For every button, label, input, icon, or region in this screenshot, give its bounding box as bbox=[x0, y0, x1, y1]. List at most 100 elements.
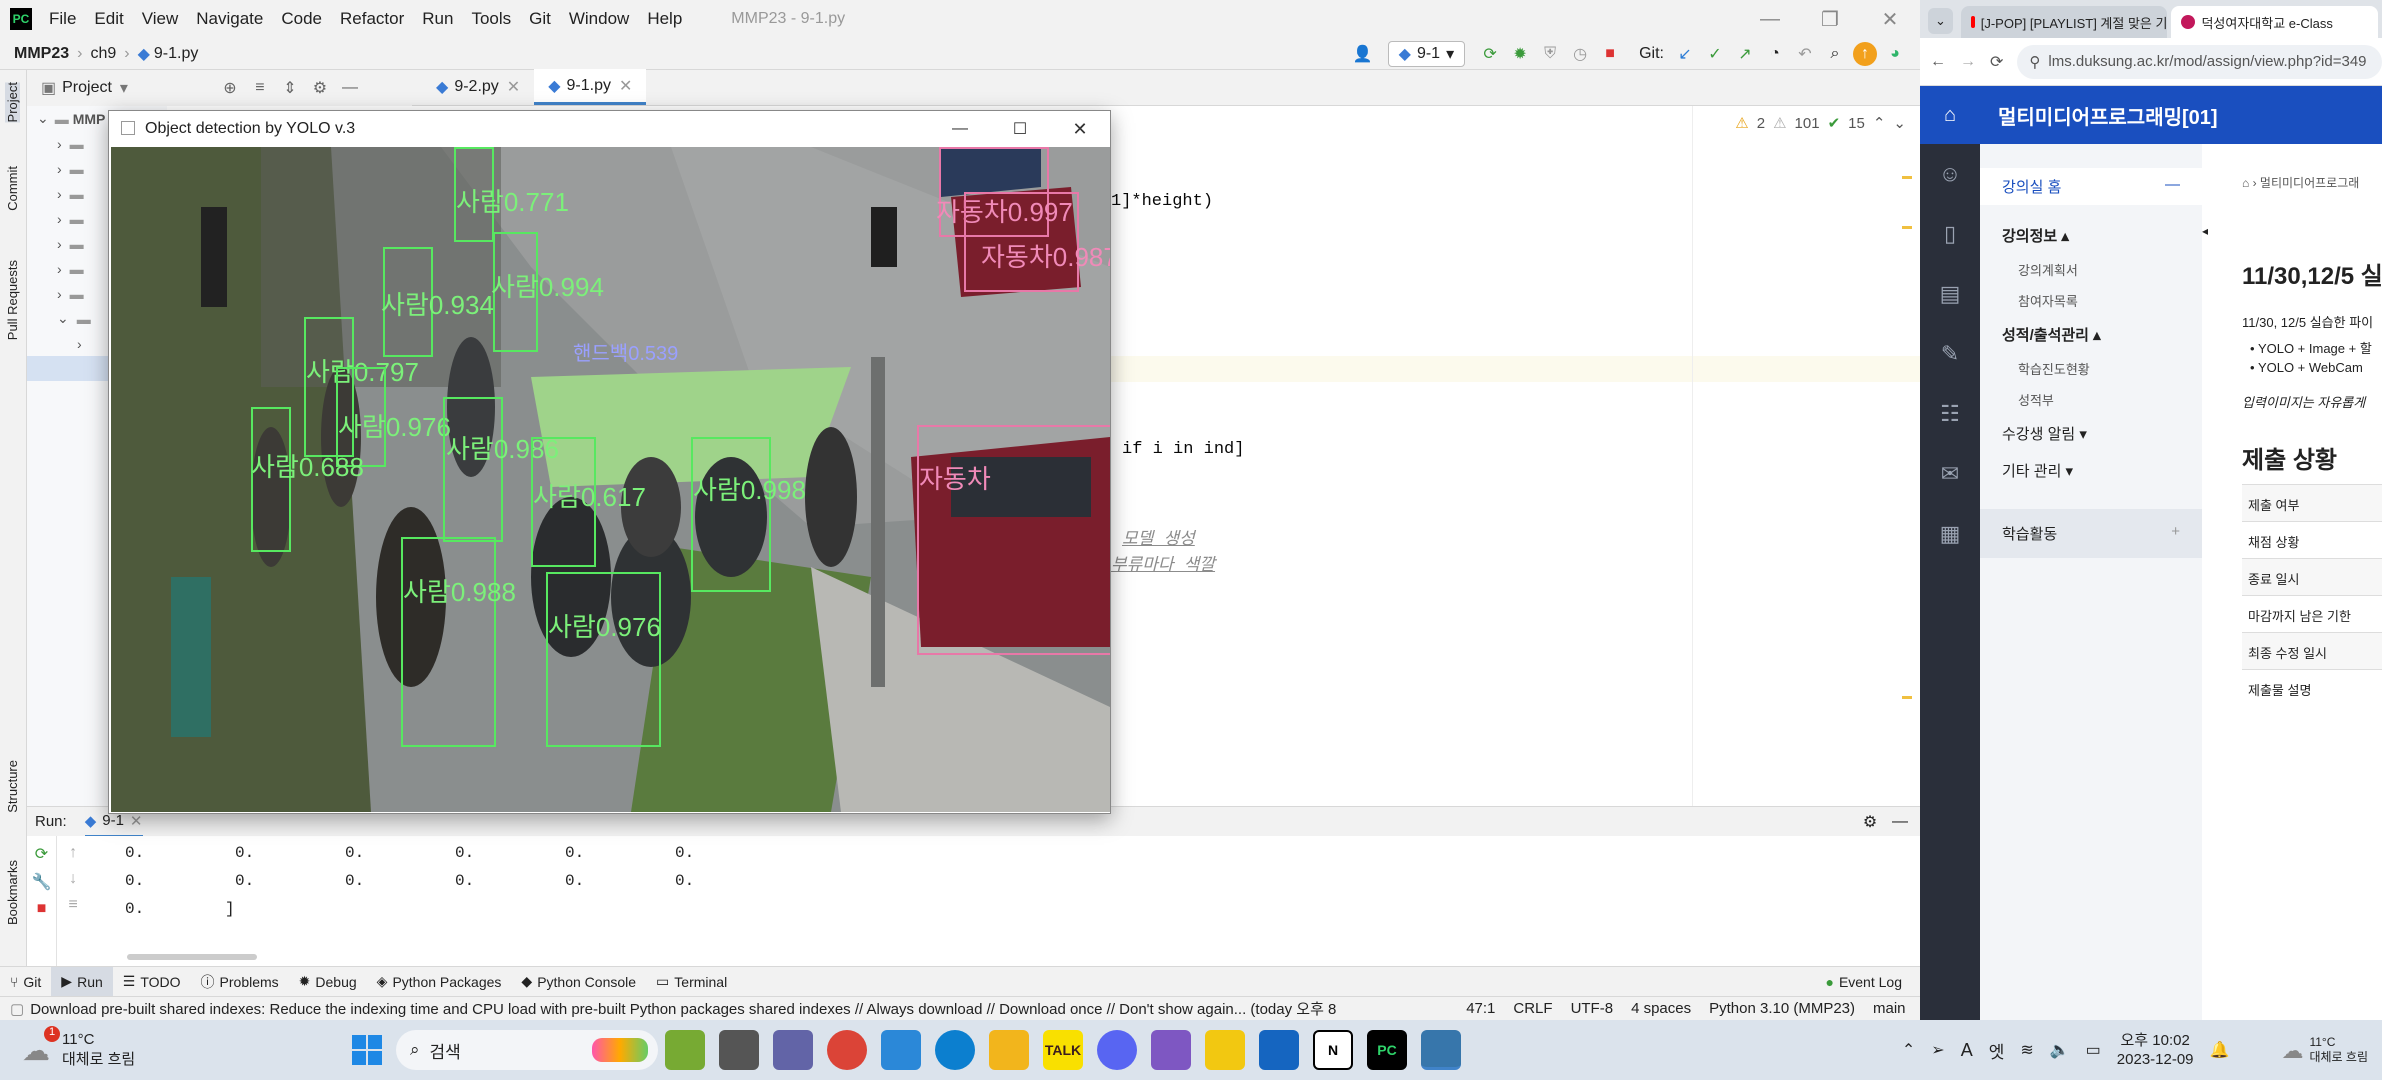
notification-icon[interactable]: 🔔 bbox=[2210, 1040, 2230, 1060]
search-icon[interactable]: ⌕ bbox=[1823, 42, 1847, 66]
menu-code[interactable]: Code bbox=[272, 9, 331, 29]
nav-syllabus[interactable]: 강의계획서 bbox=[1980, 254, 2202, 285]
browser-tab-eclass[interactable]: 덕성여자대학교 e-Class bbox=[2171, 6, 2378, 38]
chevron-down-icon[interactable]: ⌄ bbox=[1893, 114, 1906, 132]
collapse-icon[interactable]: — bbox=[2165, 176, 2180, 197]
indent-setting[interactable]: 4 spaces bbox=[1631, 1000, 1691, 1017]
battery-icon[interactable]: ▭ bbox=[2086, 1040, 2101, 1060]
tool-pull-requests[interactable]: Pull Requests bbox=[5, 260, 20, 340]
file-explorer-icon[interactable] bbox=[989, 1030, 1029, 1070]
tool-problems[interactable]: ⓘ Problems bbox=[191, 972, 289, 992]
git-update-icon[interactable]: ↙ bbox=[1673, 42, 1697, 66]
map-icon[interactable]: ▦ bbox=[1920, 504, 1980, 564]
nav-activity[interactable]: 학습활동 + bbox=[1980, 509, 2202, 558]
menu-refactor[interactable]: Refactor bbox=[331, 9, 413, 29]
horizontal-scrollbar[interactable] bbox=[127, 954, 257, 960]
file-encoding[interactable]: UTF-8 bbox=[1571, 1000, 1614, 1017]
project-label[interactable]: Project bbox=[62, 79, 112, 97]
nav-participants[interactable]: 참여자목록 bbox=[1980, 285, 2202, 316]
breadcrumb-file[interactable]: 9-1.py bbox=[154, 45, 198, 63]
status-message[interactable]: Download pre-built shared indexes: Reduc… bbox=[30, 998, 1430, 1019]
tool-commit[interactable]: Commit bbox=[5, 166, 20, 211]
tab-9-2[interactable]: ◆ 9-2.py ✕ bbox=[422, 69, 534, 105]
store-icon[interactable] bbox=[881, 1030, 921, 1070]
tool-bookmarks[interactable]: Bookmarks bbox=[5, 860, 20, 925]
tool-terminal[interactable]: ▭ Terminal bbox=[646, 973, 737, 990]
tablet-icon[interactable]: ▯ bbox=[1920, 204, 1980, 264]
input-language[interactable]: A bbox=[1961, 1040, 1973, 1061]
chevron-up-icon[interactable]: ⌃ bbox=[1873, 114, 1886, 132]
weather-widget[interactable]: ☁ 1 11°C 대체로 흐림 bbox=[22, 1026, 352, 1070]
kakaotalk-icon[interactable]: TALK bbox=[1043, 1030, 1083, 1070]
wrench-icon[interactable]: 🔧 bbox=[32, 872, 52, 892]
discord-icon[interactable] bbox=[1097, 1030, 1137, 1070]
notion-icon[interactable]: N bbox=[1313, 1030, 1353, 1070]
gear-icon[interactable]: ⚙ bbox=[308, 76, 332, 100]
git-commit-icon[interactable]: ✓ bbox=[1703, 42, 1727, 66]
yolo-close-button[interactable]: ✕ bbox=[1050, 111, 1110, 147]
run-config-select[interactable]: ◆ 9-1 ▾ bbox=[1387, 40, 1466, 67]
profile-icon[interactable]: ◷ bbox=[1568, 42, 1592, 66]
close-icon[interactable]: ✕ bbox=[507, 77, 520, 97]
stop-icon[interactable]: ■ bbox=[37, 900, 47, 918]
git-history-icon[interactable]: ◔ bbox=[1763, 42, 1787, 66]
home-icon[interactable]: ⌂ bbox=[1920, 104, 1980, 127]
menu-window[interactable]: Window bbox=[560, 9, 638, 29]
yolo-maximize-button[interactable]: ☐ bbox=[990, 111, 1050, 147]
tool-git[interactable]: ⑂ Git bbox=[0, 974, 51, 990]
taskbar-search[interactable]: ⌕ 검색 bbox=[396, 1030, 658, 1070]
caret-position[interactable]: 47:1 bbox=[1466, 1000, 1495, 1017]
wifi-icon[interactable]: ≋ bbox=[2020, 1040, 2033, 1060]
collapse-all-icon[interactable]: ⇕ bbox=[278, 76, 302, 100]
tool-event-log[interactable]: ● Event Log bbox=[1815, 974, 1912, 990]
close-icon[interactable]: ✕ bbox=[619, 76, 632, 96]
calendar-icon[interactable] bbox=[1259, 1030, 1299, 1070]
locate-icon[interactable]: ⊕ bbox=[218, 76, 242, 100]
menu-edit[interactable]: Edit bbox=[85, 9, 132, 29]
chevron-down-icon[interactable]: ▾ bbox=[120, 78, 128, 98]
collapse-nav-icon[interactable]: ◂ bbox=[2202, 224, 2209, 238]
interpreter[interactable]: Python 3.10 (MMP23) bbox=[1709, 1000, 1855, 1017]
run-output[interactable]: ⟳ 🔧 ■ ↑ ↓ ≡ 0. 0. 0. 0. 0. 0. 0. 0. 0. 0. 0. 0. 0.… bbox=[27, 836, 1920, 966]
git-rollback-icon[interactable]: ↶ bbox=[1793, 42, 1817, 66]
person-icon[interactable]: ☺ bbox=[1920, 144, 1980, 204]
send-icon[interactable]: ➢ bbox=[1931, 1040, 1944, 1060]
minimize-button[interactable]: — bbox=[1740, 0, 1800, 38]
weather-widget-2[interactable]: ☁ 11°C 대체로 흐림 bbox=[2281, 1035, 2368, 1065]
tool-python-console[interactable]: ◆ Python Console bbox=[511, 973, 646, 990]
start-button[interactable] bbox=[352, 1035, 382, 1065]
update-icon[interactable]: ↑ bbox=[1853, 41, 1877, 66]
chat-icon[interactable] bbox=[773, 1030, 813, 1070]
tab-list-icon[interactable]: ⌄ bbox=[1928, 8, 1953, 34]
yolo-titlebar[interactable]: Object detection by YOLO v.3 — ☐ ✕ bbox=[109, 111, 1110, 147]
app-icon[interactable] bbox=[665, 1030, 705, 1070]
address-bar[interactable]: ⚲ lms.duksung.ac.kr/mod/assign/view.php?… bbox=[2017, 44, 2382, 79]
menu-tools[interactable]: Tools bbox=[462, 9, 520, 29]
gear-icon[interactable]: ⚙ bbox=[1858, 810, 1882, 834]
nav-home[interactable]: 강의실 홈 — bbox=[1980, 168, 2202, 205]
arrow-up-icon[interactable]: ↑ bbox=[68, 844, 78, 862]
close-icon[interactable]: ✕ bbox=[130, 812, 143, 830]
close-button[interactable]: ✕ bbox=[1860, 0, 1920, 38]
git-branch[interactable]: main bbox=[1873, 1000, 1906, 1017]
nav-progress[interactable]: 학습진도현황 bbox=[1980, 353, 2202, 384]
chevron-up-icon[interactable]: ⌃ bbox=[1902, 1040, 1915, 1060]
tool-debug[interactable]: ✹ Debug bbox=[289, 973, 367, 990]
clock[interactable]: 오후 10:02 2023-12-09 bbox=[2117, 1031, 2194, 1069]
volume-icon[interactable]: 🔈 bbox=[2050, 1040, 2070, 1060]
tool-run[interactable]: ▶ Run bbox=[51, 966, 113, 997]
hide-icon[interactable]: — bbox=[338, 76, 362, 100]
debug-icon[interactable]: ✹ bbox=[1508, 42, 1532, 66]
reload-icon[interactable]: ⟳ bbox=[1990, 52, 2003, 72]
plus-icon[interactable]: + bbox=[2171, 523, 2180, 544]
python-icon[interactable] bbox=[1421, 1030, 1461, 1070]
hide-icon[interactable]: — bbox=[1888, 810, 1912, 834]
menu-help[interactable]: Help bbox=[638, 9, 691, 29]
tab-9-1[interactable]: ◆ 9-1.py ✕ bbox=[534, 69, 647, 105]
arrow-down-icon[interactable]: ↓ bbox=[68, 870, 78, 888]
task-view-icon[interactable] bbox=[719, 1030, 759, 1070]
sticky-notes-icon[interactable] bbox=[1205, 1030, 1245, 1070]
line-separator[interactable]: CRLF bbox=[1513, 1000, 1552, 1017]
expand-all-icon[interactable]: ≡ bbox=[248, 76, 272, 100]
tool-project[interactable]: Project bbox=[5, 82, 20, 123]
